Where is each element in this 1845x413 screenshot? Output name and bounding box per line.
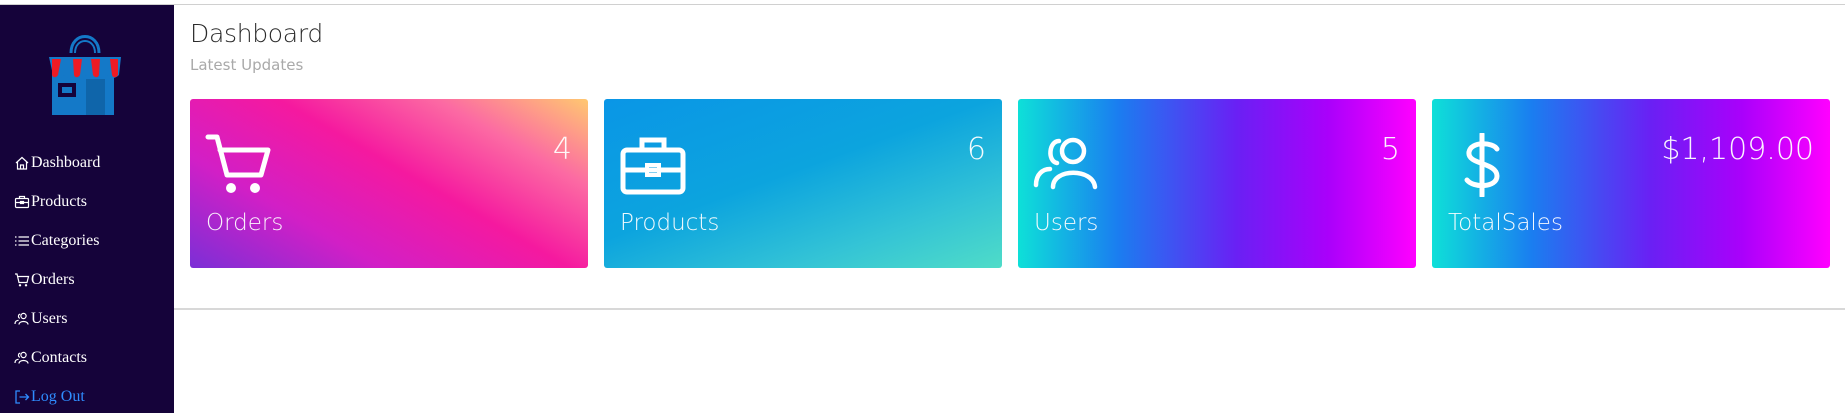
sidebar-item-label: Orders bbox=[31, 270, 75, 288]
sidebar-item-dashboard[interactable]: Dashboard bbox=[0, 143, 174, 182]
total-sales-card[interactable]: $1,109.00 TotalSales bbox=[1432, 99, 1830, 268]
section-divider bbox=[174, 308, 1845, 310]
page-subtitle: Latest Updates bbox=[190, 56, 304, 74]
total-sales-value: $1,109.00 bbox=[1661, 132, 1814, 167]
page-title: Dashboard bbox=[190, 19, 323, 48]
products-card[interactable]: 6 Products bbox=[604, 99, 1002, 268]
main-content: Dashboard Latest Updates 4 Orders 6 Prod… bbox=[174, 5, 1845, 413]
sidebar-nav: Dashboard Products Categories Orders Use… bbox=[0, 143, 174, 413]
sidebar-item-label: Contacts bbox=[31, 348, 87, 366]
total-sales-label: TotalSales bbox=[1448, 210, 1563, 236]
house-icon bbox=[14, 155, 30, 171]
logout-icon bbox=[14, 389, 30, 405]
orders-label: Orders bbox=[206, 210, 284, 236]
users-label: Users bbox=[1034, 210, 1099, 236]
orders-card[interactable]: 4 Orders bbox=[190, 99, 588, 268]
sidebar-item-label: Users bbox=[31, 309, 68, 327]
sidebar-item-label: Categories bbox=[31, 231, 100, 249]
briefcase-icon bbox=[14, 194, 30, 210]
products-count: 6 bbox=[966, 132, 986, 167]
sidebar-item-logout[interactable]: Log Out bbox=[0, 377, 174, 413]
sidebar-item-categories[interactable]: Categories bbox=[0, 221, 174, 260]
sidebar-item-label: Dashboard bbox=[31, 153, 101, 171]
sidebar-item-orders[interactable]: Orders bbox=[0, 260, 174, 299]
users-icon bbox=[14, 311, 30, 327]
users-card[interactable]: 5 Users bbox=[1018, 99, 1416, 268]
cart-icon bbox=[205, 133, 275, 197]
list-icon bbox=[14, 233, 30, 249]
sidebar-item-label: Products bbox=[31, 192, 87, 210]
sidebar-item-contacts[interactable]: Contacts bbox=[0, 338, 174, 377]
sidebar: Dashboard Products Categories Orders Use… bbox=[0, 5, 174, 413]
products-label: Products bbox=[620, 210, 720, 236]
dollar-icon bbox=[1447, 131, 1517, 199]
orders-count: 4 bbox=[552, 132, 572, 167]
users-count: 5 bbox=[1380, 132, 1400, 167]
sidebar-item-users[interactable]: Users bbox=[0, 299, 174, 338]
store-logo-icon[interactable] bbox=[49, 23, 121, 115]
users-icon bbox=[14, 350, 30, 366]
briefcase-icon bbox=[619, 133, 689, 197]
sidebar-item-products[interactable]: Products bbox=[0, 182, 174, 221]
users-icon bbox=[1033, 133, 1103, 197]
cart-icon bbox=[14, 272, 30, 288]
sidebar-item-label: Log Out bbox=[31, 387, 85, 405]
